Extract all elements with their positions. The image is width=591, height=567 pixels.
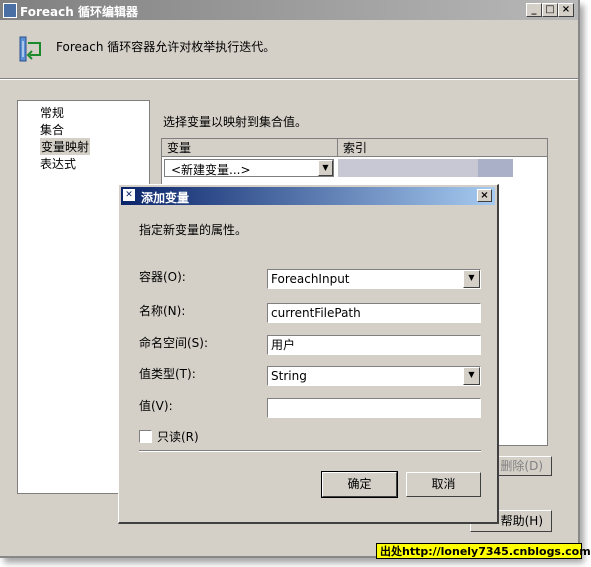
index-cell-selected[interactable] bbox=[478, 159, 513, 177]
chevron-down-icon[interactable]: ▼ bbox=[318, 160, 333, 176]
cancel-button[interactable]: 取消 bbox=[406, 472, 481, 497]
mapping-instruction: 选择变量以映射到集合值。 bbox=[163, 115, 308, 129]
nav-item-variable-mappings[interactable]: 变量映射 bbox=[40, 138, 91, 155]
column-header-index[interactable]: 索引 bbox=[338, 139, 547, 157]
value-label: 值(V): bbox=[139, 399, 173, 413]
chevron-down-icon[interactable]: ▼ bbox=[463, 270, 480, 288]
nav-item-collection[interactable]: 集合 bbox=[40, 121, 64, 138]
nav-item-expressions[interactable]: 表达式 bbox=[40, 155, 76, 172]
window-description: Foreach 循环容器允许对枚举执行迭代。 bbox=[56, 40, 276, 54]
maximize-button[interactable]: □ bbox=[542, 3, 558, 17]
dialog-title: 添加变量 bbox=[141, 191, 190, 205]
value-type-select[interactable]: String ▼ bbox=[267, 366, 481, 386]
window-title: Foreach 循环编辑器 bbox=[20, 5, 138, 19]
add-variable-dialog: ✕ 添加变量 × 指定新变量的属性。 容器(O): ForeachInput ▼… bbox=[118, 184, 499, 524]
minimize-button[interactable]: _ bbox=[526, 3, 542, 17]
container-select[interactable]: ForeachInput ▼ bbox=[267, 269, 481, 289]
nav-item-general[interactable]: 常规 bbox=[40, 104, 64, 121]
readonly-checkbox[interactable] bbox=[139, 430, 152, 443]
chevron-down-icon[interactable]: ▼ bbox=[463, 367, 480, 385]
window-title-bar: Foreach 循环编辑器 _ □ × bbox=[0, 0, 578, 20]
source-watermark: 出处http://lonely7345.cnblogs.com bbox=[376, 543, 591, 559]
window-close-button[interactable]: × bbox=[558, 3, 574, 17]
variable-select-value: <新建变量...> bbox=[171, 163, 251, 177]
dialog-title-bar: ✕ 添加变量 × bbox=[121, 187, 495, 205]
value-type-select-value: String bbox=[271, 369, 307, 383]
ok-button[interactable]: 确定 bbox=[321, 471, 398, 498]
container-select-value: ForeachInput bbox=[271, 272, 350, 286]
name-field[interactable] bbox=[267, 303, 481, 323]
namespace-label: 命名空间(S): bbox=[139, 336, 209, 350]
dialog-description: 指定新变量的属性。 bbox=[139, 223, 248, 237]
name-input[interactable] bbox=[271, 306, 461, 320]
value-type-label: 值类型(T): bbox=[139, 367, 196, 381]
value-input[interactable] bbox=[271, 401, 461, 415]
name-label: 名称(N): bbox=[139, 304, 186, 318]
window-app-icon bbox=[3, 3, 17, 18]
namespace-input[interactable] bbox=[271, 337, 461, 352]
dialog-app-icon: ✕ bbox=[123, 189, 135, 201]
header-divider bbox=[0, 78, 578, 80]
index-cell[interactable] bbox=[338, 159, 478, 177]
dialog-close-button[interactable]: × bbox=[477, 189, 492, 202]
column-header-variable[interactable]: 变量 bbox=[162, 139, 338, 157]
foreach-loop-icon bbox=[19, 36, 41, 62]
value-field[interactable] bbox=[267, 398, 481, 418]
container-label: 容器(O): bbox=[139, 270, 186, 284]
namespace-field[interactable] bbox=[267, 335, 481, 355]
variable-select[interactable]: <新建变量...> ▼ bbox=[164, 159, 334, 177]
dialog-divider bbox=[139, 450, 481, 452]
readonly-label[interactable]: 只读(R) bbox=[157, 428, 199, 445]
